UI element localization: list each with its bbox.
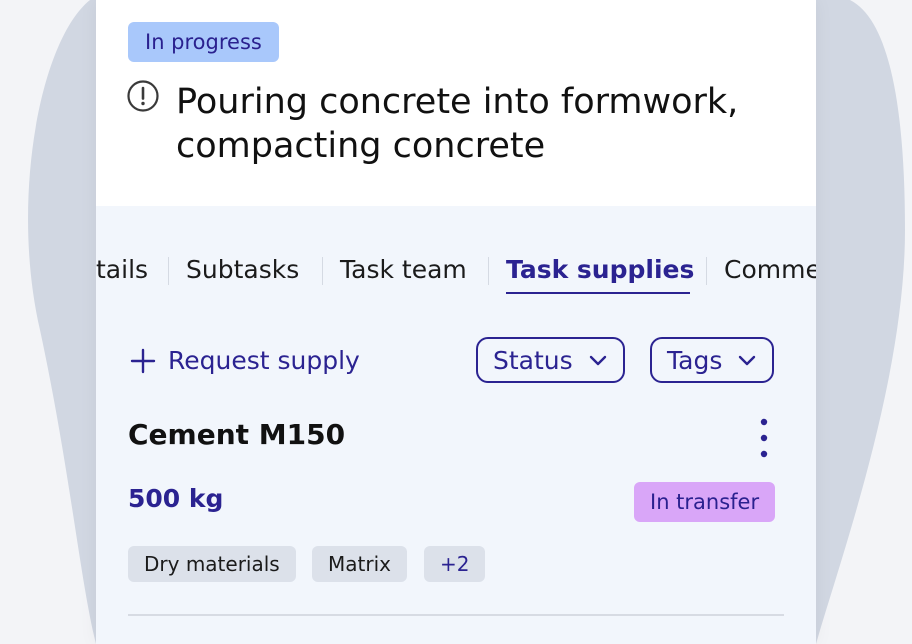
task-card: In progress Pouring concrete into formwo…	[96, 0, 816, 644]
task-title: Pouring concrete into formwork, compacti…	[176, 82, 739, 166]
tab-separator	[488, 257, 489, 285]
more-tags-chip[interactable]: +2	[424, 546, 486, 582]
supply-name: Cement M150	[128, 418, 346, 451]
tags-filter-button[interactable]: Tags	[650, 337, 775, 383]
tab-subtasks[interactable]: Subtasks	[186, 248, 299, 296]
tab-separator	[706, 257, 707, 285]
request-supply-label: Request supply	[168, 346, 360, 375]
chevron-down-icon	[589, 355, 606, 366]
list-divider	[128, 614, 784, 616]
active-tab-indicator	[506, 292, 690, 294]
supply-status-badge: In transfer	[634, 482, 776, 522]
tags-filter-label: Tags	[667, 345, 723, 375]
tab-comments[interactable]: Comme	[724, 248, 816, 296]
tab-separator	[168, 257, 169, 285]
tab-task-team[interactable]: Task team	[340, 248, 467, 296]
supply-quantity: 500 kg	[128, 484, 224, 513]
plus-icon	[130, 348, 156, 374]
chevron-down-icon	[739, 355, 756, 366]
tab-separator	[322, 257, 323, 285]
tab-task-supplies[interactable]: Task supplies	[506, 248, 694, 296]
tab-details[interactable]: tails	[96, 248, 148, 296]
more-vertical-icon[interactable]	[754, 418, 774, 460]
request-supply-button[interactable]: Request supply	[130, 340, 360, 382]
alert-circle-icon	[127, 80, 159, 112]
tag-chip: Dry materials	[128, 546, 296, 582]
status-badge: In progress	[128, 22, 279, 62]
tab-bar: tails Subtasks Task team Task supplies C…	[96, 248, 816, 296]
tag-chip: Matrix	[312, 546, 407, 582]
status-filter-button[interactable]: Status	[476, 337, 625, 383]
status-filter-label: Status	[493, 345, 573, 375]
